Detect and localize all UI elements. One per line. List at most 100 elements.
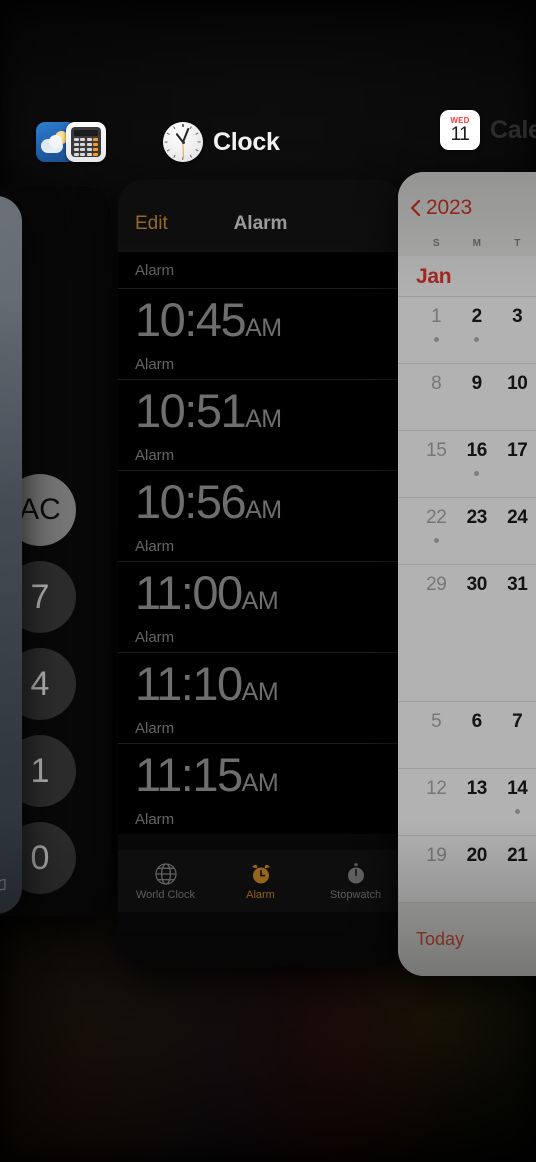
calendar-day-number: 1 [431,306,442,327]
app-card-weather[interactable] [0,196,22,914]
app-card-calendar[interactable]: 2023 S M T W T F S Jan123456789101112131… [398,172,536,976]
alarm-list: Alarm 10:45AM Alarm 10:51AM Alarm 10:56A… [118,252,403,834]
calendar-day-cell[interactable]: 5 [416,702,457,768]
calendar-day-cell[interactable]: 23 [457,498,498,564]
calendar-day-cell[interactable]: 17 [497,431,536,497]
calendar-week-row: 19202122232425 [398,835,536,902]
alarm-period: AM [241,769,279,797]
calendar-event-dot [433,538,439,543]
calendar-day-number: 19 [426,845,447,866]
calendar-day-cell[interactable]: 8 [416,364,457,430]
weekday-header: M [472,238,481,249]
calendar-day-cell[interactable]: 12 [416,769,457,835]
calendar-day-cell[interactable]: 10 [497,364,536,430]
calendar-day-number: 3 [512,306,523,327]
tab-stopwatch[interactable]: Stopwatch [315,862,397,901]
calendar-day-cell[interactable]: 9 [457,364,498,430]
tab-world-clock[interactable]: World Clock [125,862,207,901]
calendar-week-row: 1234567 [398,296,536,363]
calendar-day-cell[interactable]: 24 [497,498,536,564]
calendar-week-row: 15161718192021 [398,430,536,497]
calendar-week-row: 22232425262728 [398,497,536,564]
chevron-left-icon [411,199,421,217]
calendar-event-dot [514,809,520,814]
stopwatch-icon [344,862,368,886]
clock-page-title: Alarm [233,213,288,234]
app-card-clock[interactable]: Edit Alarm Alarm 10:45AM Alarm 10:51AM A… [118,180,403,966]
calendar-day-cell[interactable]: 31 [497,565,536,631]
calendar-day-number: 24 [507,507,528,528]
calendar-month-label: Jan [416,265,452,288]
weather-card-gradient [0,196,22,914]
app-name-calendar: Cale [490,115,536,144]
calendar-day-number: 20 [466,845,488,866]
calendar-day-number: 14 [507,778,528,799]
alarm-label: Alarm [135,720,175,737]
calendar-day-number: 23 [466,507,488,528]
app-header-clock[interactable]: Clock [163,122,280,162]
alarm-period: AM [245,314,282,342]
app-header-calendar[interactable]: WED 11 Cale [440,110,536,150]
alarm-row[interactable]: 10:45AM Alarm [118,288,403,379]
alarm-row[interactable]: 10:51AM Alarm [118,379,403,470]
calendar-day-number: 16 [466,440,488,461]
app-name-clock: Clock [213,127,280,156]
alarm-row[interactable]: 11:10AM Alarm [118,652,403,743]
calendar-year-label: 2023 [426,196,472,219]
weekday-header: S [432,238,440,249]
globe-icon [154,862,178,886]
tab-alarm[interactable]: Alarm [220,862,302,901]
app-header-calculator[interactable] [66,122,106,162]
alarm-period: AM [245,496,282,524]
calendar-day-cell[interactable]: 3 [497,297,536,363]
alarm-row[interactable]: 11:00AM Alarm [118,561,403,652]
alarm-label: Alarm [135,629,175,646]
clock-navigation-bar: Edit Alarm [118,180,403,252]
calendar-day-number: 22 [426,507,447,528]
calendar-week-row: 891011121314 [398,363,536,430]
calendar-day-number: 12 [426,778,447,799]
calendar-week-row: 29 30 31 [398,564,536,631]
calendar-day-cell[interactable]: 29 [416,565,457,631]
calendar-day-number: 21 [507,845,528,866]
calendar-day-cell[interactable]: 1 [416,297,457,363]
calendar-day-cell[interactable]: 6 [457,702,498,768]
weekday-header: T [514,238,521,249]
calendar-day-cell[interactable]: 16 [457,431,498,497]
today-button[interactable]: Today [416,929,464,950]
calendar-day-cell[interactable]: 7 [497,702,536,768]
alarm-row[interactable]: 10:56AM Alarm [118,470,403,561]
calendar-event-dot [474,471,480,476]
calendar-icon-day: 11 [450,124,470,145]
alarm-row[interactable]: 11:15AM Alarm [118,743,403,834]
calendar-day-cell[interactable]: 21 [497,836,536,902]
calendar-day-number: 29 [426,574,447,595]
calendar-icon: WED 11 [440,110,480,150]
calendar-day-cell[interactable]: 20 [457,836,498,902]
alarm-period: AM [241,678,279,706]
alarm-time: 11:10AM [135,657,279,710]
calendar-day-cell[interactable]: 14 [497,769,536,835]
calendar-week-row: 12131415161718 [398,768,536,835]
back-to-year-button[interactable]: 2023 [410,196,472,220]
calendar-day-number: 30 [466,574,488,595]
alarm-time: 11:00AM [135,566,279,619]
book-icon [0,878,7,892]
calendar-day-cell[interactable]: 13 [457,769,498,835]
alarm-time: 10:56AM [135,475,282,528]
calendar-day-cell[interactable]: 30 [457,565,498,631]
calendar-day-number: 17 [507,440,528,461]
alarm-period: AM [241,587,279,615]
calendar-day-number: 9 [471,373,483,394]
calendar-day-number: 13 [466,778,488,799]
alarm-label: Alarm [135,447,175,464]
calendar-event-dot [474,337,480,342]
calendar-month-grid: Jan1234567891011121314151617181920212223… [398,256,536,902]
calendar-day-cell[interactable]: 2 [457,297,498,363]
calendar-day-number: 2 [471,306,483,327]
calendar-day-number: 7 [512,711,523,732]
calendar-day-cell[interactable]: 22 [416,498,457,564]
calendar-day-number: 8 [431,373,442,394]
calendar-day-cell[interactable]: 15 [416,431,457,497]
calendar-day-cell[interactable]: 19 [416,836,457,902]
